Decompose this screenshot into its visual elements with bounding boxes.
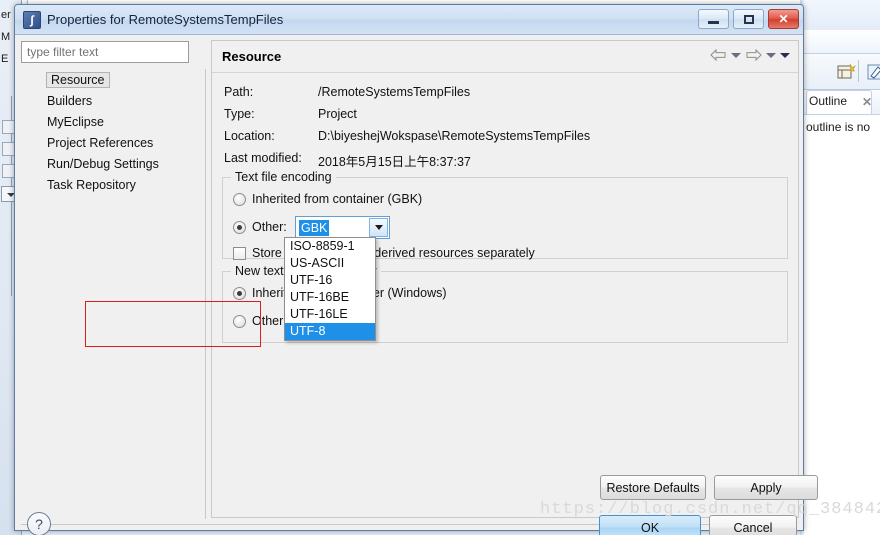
properties-dialog: ∫ Properties for RemoteSystemsTempFiles …: [14, 4, 818, 535]
outline-tab-label: Outline: [809, 94, 848, 108]
minimize-icon: [708, 21, 719, 24]
last-modified-value: 2018年5月15日上午8:37:37: [318, 155, 471, 169]
tree-pane-divider: [205, 69, 206, 519]
maximize-icon: [743, 14, 754, 24]
tree-item-label: Resource: [46, 71, 110, 88]
path-label: Path:: [224, 85, 254, 99]
dropdown-option[interactable]: UTF-16BE: [285, 289, 375, 306]
dropdown-option[interactable]: UTF-16: [285, 272, 375, 289]
apply-label: Apply: [750, 480, 782, 495]
encoding-combo[interactable]: GBK: [295, 216, 390, 239]
ide-title-band: [804, 0, 880, 30]
ide-menu-band: [804, 30, 880, 54]
cancel-button[interactable]: Cancel: [709, 515, 797, 535]
page-title: Resource: [222, 49, 282, 64]
encoding-combo-value: GBK: [299, 219, 330, 236]
delimiter-other-radio[interactable]: Other:: [233, 314, 287, 328]
restore-defaults-button[interactable]: Restore Defaults: [600, 475, 706, 500]
checkbox-indicator: [233, 246, 246, 260]
type-label: Type:: [224, 107, 255, 121]
arrow-left-icon[interactable]: [710, 47, 727, 63]
view-menu-chevron-down-icon[interactable]: [780, 52, 790, 58]
page-title-rule: [212, 72, 798, 73]
tree-item-run-debug-settings[interactable]: Run/Debug Settings: [21, 153, 197, 174]
location-value: D:\biyeshejWokspase\RemoteSystemsTempFil…: [318, 129, 591, 143]
maximize-button[interactable]: [733, 9, 764, 29]
outline-empty-message: outline is no: [806, 120, 871, 134]
settings-tree: Resource Builders MyEclipse Project Refe…: [21, 69, 197, 499]
delimiter-other-label: Other:: [252, 314, 287, 328]
tree-item-project-references[interactable]: Project References: [21, 132, 197, 153]
outline-close-icon[interactable]: ✕: [862, 95, 872, 109]
tree-item-label: Run/Debug Settings: [47, 156, 159, 171]
help-icon: ?: [35, 516, 43, 532]
radio-indicator: [233, 220, 246, 234]
radio-indicator: [233, 192, 246, 206]
dropdown-option[interactable]: ISO-8859-1: [285, 238, 375, 255]
store-encoding-checkbox[interactable]: Store the encoding of derived resources …: [233, 246, 535, 260]
edit-pen-icon[interactable]: [866, 62, 880, 82]
screen: er M E Outline ✕ outline is no ∫ Propert…: [0, 0, 880, 535]
location-label: Location:: [224, 129, 275, 143]
dialog-title-bar[interactable]: ∫ Properties for RemoteSystemsTempFiles …: [15, 5, 803, 35]
help-button[interactable]: ?: [27, 512, 51, 535]
tree-item-myeclipse[interactable]: MyEclipse: [21, 111, 197, 132]
restore-defaults-label: Restore Defaults: [606, 480, 700, 495]
eclipse-properties-icon: ∫: [23, 11, 41, 29]
dialog-body: Resource Builders MyEclipse Project Refe…: [15, 36, 818, 535]
arrow-right-icon[interactable]: [745, 47, 762, 63]
encoding-inherited-label: Inherited from container (GBK): [252, 192, 423, 206]
type-value: Project: [318, 107, 357, 121]
encoding-dropdown-list[interactable]: ISO-8859-1 US-ASCII UTF-16 UTF-16BE UTF-…: [284, 237, 376, 341]
resource-page: Resource Path: /RemoteSystemsTempFiles T…: [211, 40, 818, 518]
radio-indicator: [233, 286, 246, 300]
back-history-chevron-down-icon[interactable]: [731, 52, 741, 58]
close-button[interactable]: ✕: [768, 9, 799, 29]
tree-item-resource[interactable]: Resource: [21, 69, 197, 90]
encoding-other-label: Other:: [252, 220, 287, 234]
window-controls: ✕: [698, 9, 799, 29]
tree-item-label: Project References: [47, 135, 154, 150]
radio-indicator: [233, 314, 246, 328]
tree-item-label: Builders: [47, 93, 93, 108]
filter-input[interactable]: [21, 41, 189, 63]
ok-label: OK: [640, 520, 660, 535]
text-file-encoding-group-title: Text file encoding: [231, 170, 336, 184]
encoding-inherited-radio[interactable]: Inherited from container (GBK): [233, 192, 422, 206]
encoding-combo-chevron-down-icon[interactable]: [369, 218, 388, 237]
minimize-button[interactable]: [698, 9, 729, 29]
page-navigation: [710, 47, 790, 63]
apply-button[interactable]: Apply: [714, 475, 818, 500]
tree-item-label: Task Repository: [47, 177, 136, 192]
forward-history-chevron-down-icon[interactable]: [766, 52, 776, 58]
close-icon: ✕: [778, 12, 789, 26]
toolbar-separator: [858, 60, 859, 82]
dropdown-option-selected[interactable]: UTF-8: [285, 323, 375, 340]
tree-item-task-repository[interactable]: Task Repository: [21, 174, 197, 195]
outline-view-body: [804, 114, 880, 535]
path-value: /RemoteSystemsTempFiles: [318, 85, 471, 99]
encoding-other-radio[interactable]: Other:: [233, 220, 287, 234]
dialog-title: Properties for RemoteSystemsTempFiles: [47, 12, 284, 27]
dropdown-option[interactable]: UTF-16LE: [285, 306, 375, 323]
dropdown-option[interactable]: US-ASCII: [285, 255, 375, 272]
tree-item-builders[interactable]: Builders: [21, 90, 197, 111]
last-modified-label: Last modified:: [224, 151, 302, 165]
tree-item-label: MyEclipse: [47, 114, 104, 129]
cancel-label: Cancel: [733, 520, 773, 535]
new-wizard-icon[interactable]: [836, 62, 856, 82]
ok-button[interactable]: OK: [599, 515, 701, 535]
